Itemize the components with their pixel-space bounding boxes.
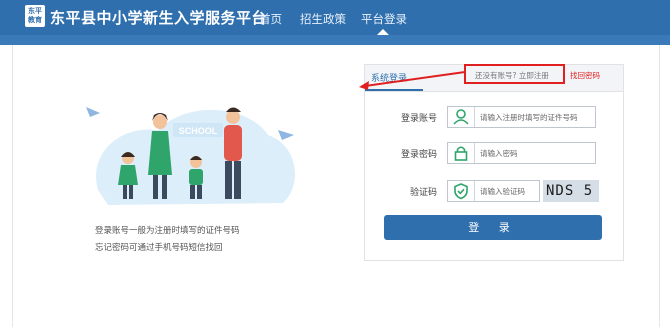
tip-password-recovery: 忘记密码可通过手机号码短信找回 [95,243,223,253]
site-title: 东平县中小学新生入学服务平台 [50,9,268,27]
account-input[interactable]: 请输入注册时填写的证件号码 [447,106,596,128]
shield-check-icon [448,181,475,201]
password-placeholder: 请输入密码 [480,149,518,158]
login-button[interactable]: 登 录 [384,215,602,240]
father-head [226,110,240,124]
girl-leg-right [129,185,133,199]
captcha-label: 验证码 [410,188,438,198]
nav-platform-login[interactable]: 平台登录 [361,11,407,27]
header-stripe [0,35,670,45]
top-navigation-bar: 东平 教育 东平县中小学新生入学服务平台 首页 招生政策 平台登录 [0,0,670,35]
password-label: 登录密码 [401,150,438,160]
father-leg-left [225,161,232,199]
captcha-placeholder: 请输入验证码 [480,187,525,196]
register-highlight-box [464,64,565,84]
tip-account: 登录账号一般为注册时填写的证件号码 [95,226,240,236]
captcha-input[interactable]: 请输入验证码 [447,180,540,202]
girl-dress [118,165,138,185]
captcha-image[interactable]: NDS 5 [543,180,599,202]
boy-leg-left [190,185,195,199]
mother-leg-right [162,175,167,199]
girl-leg-left [123,185,127,199]
account-label: 登录账号 [401,114,438,124]
account-placeholder: 请输入注册时填写的证件号码 [480,113,578,122]
father-shirt [224,125,242,161]
boy-shirt [189,169,203,185]
father-hair [226,107,241,112]
mother-dress [148,131,172,175]
annotation-arrow-icon [359,71,466,90]
school-sign-text: SCHOOL [179,126,218,136]
boy-leg-right [197,185,202,199]
father-leg-right [234,161,241,199]
family-illustration: SCHOOL [86,107,295,205]
nav-home[interactable]: 首页 [259,11,282,27]
lock-icon [448,143,475,163]
paper-plane-left [86,107,100,117]
logo-text-line2: 教育 [28,16,42,24]
password-input[interactable]: 请输入密码 [447,142,596,164]
paper-plane-right [278,130,294,140]
site-logo[interactable]: 东平 教育 [25,5,45,27]
find-password-link[interactable]: 找回密码 [570,70,600,81]
mother-head [153,115,167,129]
mother-leg-left [153,175,158,199]
nav-enrollment-policy[interactable]: 招生政策 [300,11,346,27]
user-icon [448,107,475,127]
logo-text-line1: 东平 [28,7,42,15]
